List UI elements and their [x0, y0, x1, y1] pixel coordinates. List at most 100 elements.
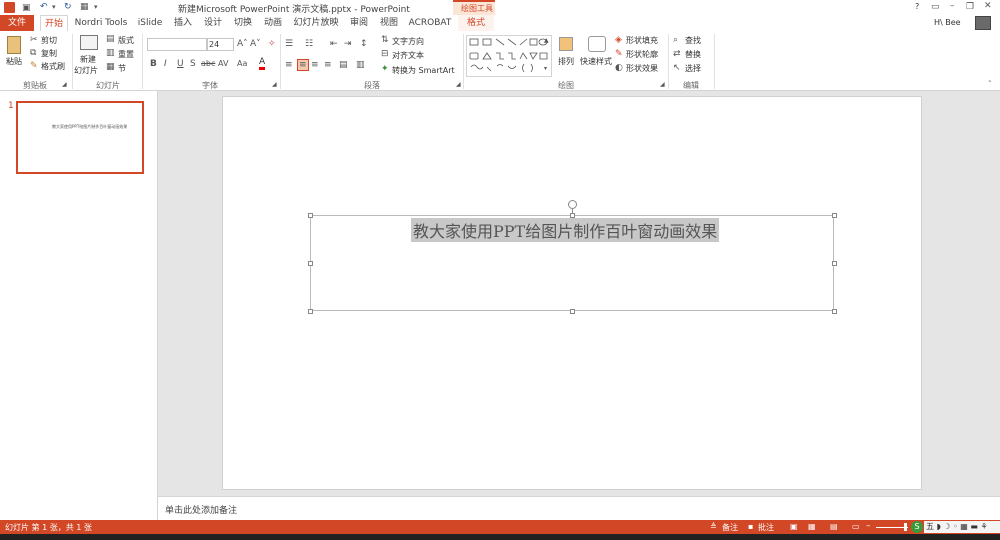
- arrange-icon[interactable]: [559, 37, 573, 51]
- change-case-icon[interactable]: Aa: [237, 59, 247, 69]
- clipboard-dialog-launcher-icon[interactable]: ◢: [62, 80, 67, 90]
- shapes-scroll-up-icon[interactable]: ▲: [544, 36, 549, 46]
- tab-slideshow[interactable]: 幻灯片放映: [290, 15, 342, 31]
- user-avatar[interactable]: [975, 16, 991, 30]
- character-spacing-icon[interactable]: AV: [218, 59, 228, 69]
- copy-button[interactable]: 复制: [41, 48, 57, 59]
- font-dialog-launcher-icon[interactable]: ◢: [272, 80, 277, 90]
- shapes-more-icon[interactable]: ▾: [544, 64, 547, 74]
- resize-handle-top-left[interactable]: [308, 213, 313, 218]
- slide-sorter-icon[interactable]: ▦: [808, 522, 816, 532]
- help-button[interactable]: ?: [915, 2, 919, 11]
- save-icon[interactable]: ▣: [22, 3, 31, 13]
- undo-icon[interactable]: ↶: [40, 2, 48, 12]
- format-painter-button[interactable]: 格式刷: [41, 61, 65, 72]
- tab-home[interactable]: 开始: [40, 15, 68, 31]
- bullets-icon[interactable]: ☰: [285, 39, 293, 49]
- slideshow-icon[interactable]: ▭: [852, 522, 860, 532]
- quick-styles-icon[interactable]: [588, 36, 606, 52]
- cut-button[interactable]: 剪切: [41, 35, 57, 46]
- section-button[interactable]: 节: [118, 63, 126, 74]
- font-name-combobox[interactable]: [147, 38, 207, 51]
- restore-icon[interactable]: ❐: [966, 2, 974, 12]
- resize-handle-bottom[interactable]: [570, 309, 575, 314]
- tab-islide[interactable]: iSlide: [134, 15, 166, 31]
- increase-font-icon[interactable]: A˄: [237, 39, 248, 49]
- system-tray-icons[interactable]: 五 ◗ ☽ ◦ ▦ ▬ ⚘: [924, 521, 1000, 533]
- notes-toggle-button[interactable]: 备注: [722, 522, 738, 533]
- tab-acrobat[interactable]: ACROBAT: [406, 15, 454, 31]
- collapse-ribbon-icon[interactable]: ˄: [988, 79, 992, 89]
- shapes-gallery[interactable]: [466, 35, 552, 77]
- new-slide-icon[interactable]: [80, 35, 98, 50]
- align-text-button[interactable]: 对齐文本: [392, 50, 424, 61]
- resize-handle-right[interactable]: [832, 261, 837, 266]
- reading-view-icon[interactable]: ▤: [830, 522, 838, 532]
- find-button[interactable]: 查找: [685, 35, 701, 46]
- align-right-icon[interactable]: ≡: [311, 60, 319, 70]
- tab-transitions[interactable]: 切换: [230, 15, 256, 31]
- strikethrough-icon[interactable]: abc: [201, 59, 215, 69]
- underline-icon[interactable]: U: [177, 59, 184, 69]
- italic-icon[interactable]: I: [164, 59, 167, 69]
- font-size-combobox[interactable]: 24: [207, 38, 234, 51]
- text-direction-button[interactable]: 文字方向: [392, 36, 424, 47]
- justify-icon[interactable]: ≡: [324, 60, 332, 70]
- tab-format[interactable]: 格式: [458, 15, 494, 31]
- clear-formatting-icon[interactable]: ✧: [268, 39, 276, 49]
- undo-dropdown-icon[interactable]: ▾: [52, 2, 56, 12]
- paste-button[interactable]: 粘贴: [6, 56, 22, 67]
- tab-nordri-tools[interactable]: Nordri Tools: [72, 15, 130, 31]
- minimize-icon[interactable]: –: [950, 1, 955, 11]
- notes-placeholder[interactable]: 单击此处添加备注: [165, 503, 237, 516]
- ribbon-display-options-icon[interactable]: ▭: [931, 2, 940, 12]
- resize-handle-bottom-right[interactable]: [832, 309, 837, 314]
- replace-button[interactable]: 替换: [685, 49, 701, 60]
- slide-thumbnail[interactable]: 教大家使用PPT给图片制作百叶窗动画效果: [16, 101, 144, 174]
- zoom-slider-thumb[interactable]: [904, 523, 907, 531]
- resize-handle-top-right[interactable]: [832, 213, 837, 218]
- title-text[interactable]: 教大家使用PPT给图片制作百叶窗动画效果: [411, 218, 720, 242]
- comments-toggle-button[interactable]: 批注: [758, 522, 774, 533]
- ime-indicator-icon[interactable]: S: [911, 521, 923, 533]
- zoom-out-icon[interactable]: –: [866, 521, 871, 531]
- shadow-icon[interactable]: S: [190, 59, 196, 69]
- tab-view[interactable]: 视图: [376, 15, 402, 31]
- convert-smartart-button[interactable]: 转换为 SmartArt: [392, 65, 455, 76]
- arrange-button[interactable]: 排列: [558, 56, 574, 67]
- align-left-icon[interactable]: ≡: [285, 60, 293, 70]
- columns-icon[interactable]: ▥: [356, 60, 365, 70]
- redo-icon[interactable]: ↻: [64, 2, 72, 12]
- paragraph-dialog-launcher-icon[interactable]: ◢: [456, 80, 461, 90]
- shape-effects-button[interactable]: 形状效果: [626, 63, 658, 74]
- shape-fill-button[interactable]: 形状填充: [626, 35, 658, 46]
- quick-styles-button[interactable]: 快速样式: [580, 56, 612, 67]
- slide-canvas[interactable]: 教大家使用PPT给图片制作百叶窗动画效果: [222, 96, 922, 490]
- new-slide-button[interactable]: 新建: [80, 54, 96, 65]
- notes-pane[interactable]: 单击此处添加备注: [158, 496, 1000, 520]
- align-center-icon[interactable]: ≡: [297, 59, 309, 71]
- increase-indent-icon[interactable]: ⇥: [344, 39, 352, 49]
- resize-handle-left[interactable]: [308, 261, 313, 266]
- decrease-font-icon[interactable]: A˅: [250, 39, 261, 49]
- close-icon[interactable]: ✕: [984, 1, 992, 11]
- resize-handle-top[interactable]: [570, 213, 575, 218]
- rotation-handle-icon[interactable]: [568, 200, 577, 209]
- resize-handle-bottom-left[interactable]: [308, 309, 313, 314]
- start-from-beginning-icon[interactable]: ▦: [80, 2, 89, 12]
- tab-review[interactable]: 审阅: [346, 15, 372, 31]
- shape-outline-button[interactable]: 形状轮廓: [626, 49, 658, 60]
- layout-button[interactable]: 版式: [118, 35, 134, 46]
- tab-insert[interactable]: 插入: [170, 15, 196, 31]
- reset-button[interactable]: 重置: [118, 49, 134, 60]
- tab-animations[interactable]: 动画: [260, 15, 286, 31]
- distributed-icon[interactable]: ▤: [339, 60, 348, 70]
- new-slide-button-line2[interactable]: 幻灯片: [74, 65, 98, 76]
- numbering-icon[interactable]: ☷: [305, 39, 313, 49]
- customize-qat-icon[interactable]: ▾: [94, 2, 98, 12]
- paste-icon[interactable]: [7, 36, 21, 54]
- user-name[interactable]: H\ Bee: [934, 18, 961, 27]
- font-color-icon[interactable]: A: [259, 57, 266, 70]
- tab-design[interactable]: 设计: [200, 15, 226, 31]
- title-textbox[interactable]: 教大家使用PPT给图片制作百叶窗动画效果: [310, 215, 834, 311]
